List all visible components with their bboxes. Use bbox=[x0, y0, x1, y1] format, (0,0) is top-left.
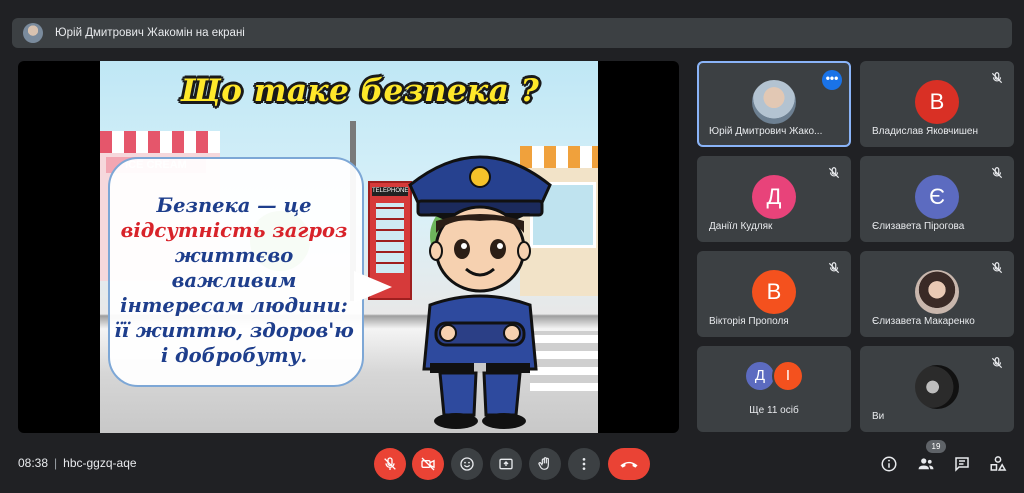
meeting-code: hbc-ggzq-aqe bbox=[63, 456, 137, 470]
mic-off-icon bbox=[828, 167, 840, 179]
emoji-icon bbox=[460, 457, 474, 471]
definition-line: інтересам людини: bbox=[120, 294, 348, 317]
mic-toggle-button[interactable] bbox=[374, 448, 406, 480]
definition-text: Безпека — це відсутність загроз життєво … bbox=[114, 193, 354, 368]
raise-hand-button[interactable] bbox=[529, 448, 561, 480]
present-button[interactable] bbox=[490, 448, 522, 480]
participant-avatar: І bbox=[772, 360, 804, 392]
participant-name: Юрій Дмитрович Жако... bbox=[709, 126, 823, 137]
people-button[interactable] bbox=[916, 454, 936, 474]
participant-avatar: Д bbox=[752, 175, 796, 219]
definition-line: її життю, здоров'ю bbox=[114, 319, 354, 342]
participants-count-badge: 19 bbox=[926, 440, 946, 453]
participant-avatar: В bbox=[752, 270, 796, 314]
shop-awning bbox=[100, 131, 220, 153]
meeting-info: 08:38 | hbc-ggzq-aqe bbox=[18, 456, 137, 470]
more-options-icon bbox=[582, 458, 586, 470]
presenter-label: Юрій Дмитрович Жакомін на екрані bbox=[55, 27, 245, 39]
separator: | bbox=[54, 456, 58, 470]
participant-avatar: Є bbox=[915, 175, 959, 219]
police-officer-illustration bbox=[408, 155, 552, 429]
reactions-button[interactable] bbox=[451, 448, 483, 480]
participant-photo bbox=[752, 80, 796, 124]
end-call-button[interactable] bbox=[608, 448, 650, 480]
mic-off-icon bbox=[991, 72, 1003, 84]
activities-icon bbox=[990, 456, 1007, 471]
mic-off-icon bbox=[384, 457, 396, 470]
participant-name: Вікторія Прополя bbox=[709, 316, 789, 327]
meeting-details-button[interactable] bbox=[879, 454, 899, 474]
chat-button[interactable] bbox=[952, 454, 972, 474]
participant-name: Єлизавета Пірогова bbox=[872, 221, 965, 232]
participant-photo bbox=[915, 270, 959, 314]
more-options-button[interactable] bbox=[568, 448, 600, 480]
speech-bubble-tail bbox=[354, 271, 392, 303]
mic-off-icon bbox=[828, 262, 840, 274]
self-tile[interactable]: Ви bbox=[860, 346, 1014, 432]
presentation-area: ICE CREAM TELEPHONE Що таке безпека ? Бе… bbox=[18, 61, 679, 433]
participant-tile[interactable]: Єлизавета Макаренко bbox=[860, 251, 1014, 337]
presenter-avatar bbox=[23, 23, 43, 43]
presenter-bar[interactable]: Юрій Дмитрович Жакомін на екрані bbox=[12, 18, 1012, 48]
participant-tile[interactable]: Є Єлизавета Пірогова bbox=[860, 156, 1014, 242]
participant-tile[interactable]: ••• Юрій Дмитрович Жако... bbox=[697, 61, 851, 147]
mic-off-icon bbox=[991, 262, 1003, 274]
people-icon bbox=[918, 458, 934, 470]
mic-off-icon bbox=[991, 167, 1003, 179]
mic-off-icon bbox=[991, 357, 1003, 369]
definition-line: Безпека — це bbox=[156, 194, 312, 217]
participant-tile[interactable]: Д Даніїл Кудляк bbox=[697, 156, 851, 242]
participant-tile[interactable]: В Вікторія Прополя bbox=[697, 251, 851, 337]
participant-tile[interactable]: В Владислав Яковчишен bbox=[860, 61, 1014, 147]
participant-name: Владислав Яковчишен bbox=[872, 126, 979, 137]
participant-name: Єлизавета Макаренко bbox=[872, 316, 975, 327]
participant-photo bbox=[915, 365, 959, 409]
raise-hand-icon bbox=[538, 457, 549, 470]
camera-toggle-button[interactable] bbox=[412, 448, 444, 480]
definition-line: відсутність загроз bbox=[120, 219, 348, 242]
participant-avatar: В bbox=[915, 80, 959, 124]
definition-line: і добробуту. bbox=[160, 344, 308, 367]
clock: 08:38 bbox=[18, 456, 49, 470]
slide-title: Що таке безпека ? bbox=[180, 73, 540, 109]
more-participants-label: Ще 11 осіб bbox=[749, 405, 799, 416]
camera-off-icon bbox=[421, 457, 435, 471]
presentation-slide: ICE CREAM TELEPHONE Що таке безпека ? Бе… bbox=[100, 61, 598, 433]
control-bar: 08:38 | hbc-ggzq-aqe 19 bbox=[0, 440, 1024, 493]
info-icon bbox=[881, 456, 897, 472]
end-call-icon bbox=[620, 461, 638, 468]
more-options-icon[interactable]: ••• bbox=[822, 70, 842, 90]
participant-name: Ви bbox=[872, 411, 885, 422]
definition-line: життєво важливим bbox=[171, 244, 297, 292]
present-icon bbox=[499, 458, 513, 470]
chat-icon bbox=[955, 457, 969, 472]
activities-button[interactable] bbox=[988, 454, 1008, 474]
participant-name: Даніїл Кудляк bbox=[709, 221, 773, 232]
more-participants-tile[interactable]: Д І Ще 11 осіб bbox=[697, 346, 851, 432]
